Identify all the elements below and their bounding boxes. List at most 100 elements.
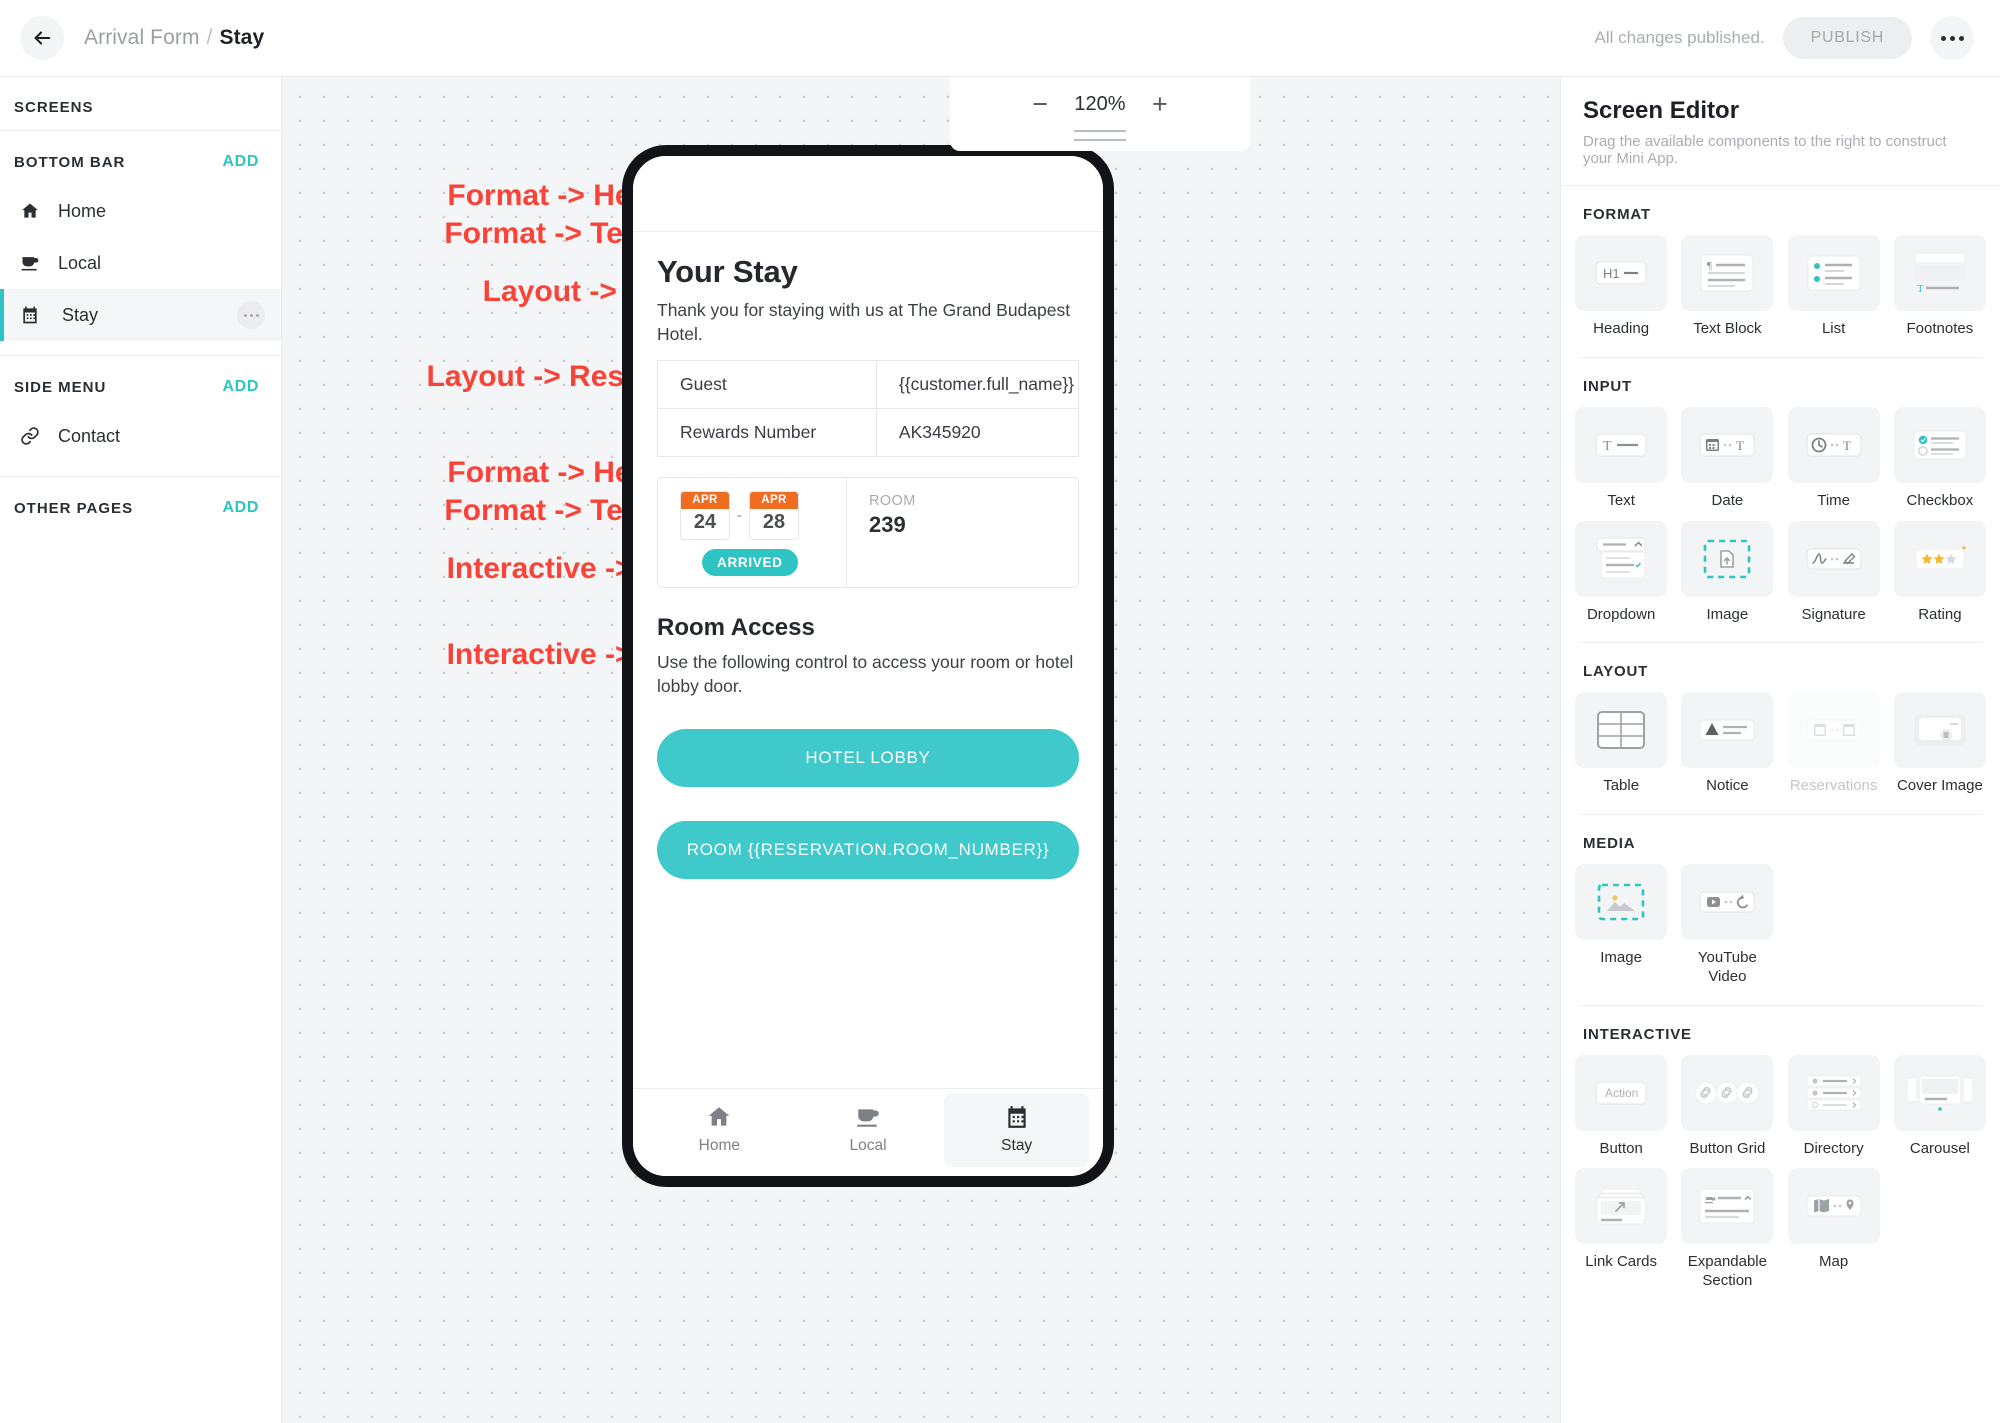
svg-text:T: T xyxy=(1843,438,1851,453)
group-title: SIDE MENU xyxy=(14,378,107,396)
table-cell-key: Guest xyxy=(657,360,877,410)
preview-intro-text[interactable]: Thank you for staying with us at The Gra… xyxy=(657,299,1079,346)
preview-table[interactable]: Guest {{customer.full_name}} Rewards Num… xyxy=(657,360,1080,458)
component-text-block[interactable]: ¶ Text Block xyxy=(1681,235,1774,339)
component-time[interactable]: T Time xyxy=(1787,406,1880,511)
component-checkbox[interactable]: Checkbox xyxy=(1893,406,1986,511)
check-in-calendar-chip: APR 24 xyxy=(680,491,730,541)
zoom-out-button[interactable]: − xyxy=(1032,91,1048,118)
component-signature[interactable]: Signature xyxy=(1787,520,1880,625)
link-icon xyxy=(16,426,44,446)
breadcrumb: Arrival Form / Stay xyxy=(84,26,264,50)
component-table[interactable]: Table xyxy=(1575,692,1668,796)
add-side-menu-screen[interactable]: ADD xyxy=(223,378,259,396)
component-label: Signature xyxy=(1801,605,1866,623)
svg-text:Action: Action xyxy=(1605,1086,1638,1100)
component-library[interactable]: FORMAT H1 Heading ¶ Text Block List T Fo… xyxy=(1561,186,2000,1423)
component-cover-image[interactable]: Cover Image xyxy=(1893,692,1986,796)
svg-text:T: T xyxy=(1736,438,1744,453)
room-access-button[interactable]: ROOM {{RESERVATION.ROOM_NUMBER}} xyxy=(657,820,1079,879)
component-label: Reservations xyxy=(1789,777,1878,795)
component-group-title: LAYOUT xyxy=(1583,663,1649,681)
nav-item-label: Home xyxy=(698,1137,741,1154)
component-reservations: Reservations xyxy=(1787,692,1880,796)
link-cards-icon xyxy=(1575,1168,1668,1245)
home-icon xyxy=(709,1107,730,1126)
calendar-icon xyxy=(16,305,44,325)
component-label: Text xyxy=(1607,491,1635,509)
component-expandable-section[interactable]: Expandable Section xyxy=(1681,1168,1774,1291)
component-heading[interactable]: H1 Heading xyxy=(1575,235,1668,339)
nav-item-stay[interactable]: Stay xyxy=(944,1092,1090,1167)
screens-header: SCREENS xyxy=(0,77,281,130)
svg-text:T: T xyxy=(1917,283,1924,295)
component-group-title: FORMAT xyxy=(1583,206,1651,223)
component-footnotes[interactable]: T Footnotes xyxy=(1893,235,1986,339)
component-grid-input: T Text T Date T Time Checkbox Dropdown I… xyxy=(1575,406,1986,625)
group-title: OTHER PAGES xyxy=(14,499,134,517)
component-grid-layout: Table Notice Reservations Cover Image xyxy=(1575,692,1986,796)
table-cell-value: AK345920 xyxy=(875,408,1080,458)
component-dropdown[interactable]: Dropdown xyxy=(1575,520,1668,625)
group-header-other-pages: OTHER PAGES ADD xyxy=(0,477,281,531)
component-youtube-video[interactable]: YouTube Video xyxy=(1681,864,1774,987)
hotel-lobby-button[interactable]: HOTEL LOBBY xyxy=(657,728,1079,787)
component-media-image[interactable]: Image xyxy=(1575,864,1668,987)
component-carousel[interactable]: Carousel xyxy=(1893,1054,1986,1159)
top-bar-actions: All changes published. PUBLISH xyxy=(1595,16,1974,60)
preview-reservations-card[interactable]: APR 24 - APR 28 ARRIVED ROOM 239 xyxy=(657,477,1079,589)
component-label: Link Cards xyxy=(1585,1253,1657,1271)
text-block-icon: ¶ xyxy=(1681,235,1774,311)
nav-item-local[interactable]: Local xyxy=(796,1093,941,1167)
drag-handle[interactable] xyxy=(1074,139,1126,141)
sidebar-item-label: Stay xyxy=(62,304,99,325)
zoom-in-button[interactable]: + xyxy=(1152,91,1168,118)
component-directory[interactable]: Directory xyxy=(1787,1054,1880,1159)
screen-options-button[interactable] xyxy=(237,301,265,329)
back-button[interactable] xyxy=(20,16,64,60)
drag-handle[interactable] xyxy=(1074,130,1126,132)
bullet-list-icon xyxy=(1787,235,1880,311)
component-link-cards[interactable]: Link Cards xyxy=(1575,1168,1668,1291)
sidebar-item-local[interactable]: Local xyxy=(0,237,281,289)
publish-button[interactable]: PUBLISH xyxy=(1782,17,1912,59)
component-group-title: INTERACTIVE xyxy=(1583,1025,1692,1043)
preview-heading-2[interactable]: Room Access xyxy=(657,614,1079,642)
component-label: List xyxy=(1821,320,1846,337)
design-canvas[interactable]: Format -> Heading 1 Format -> Text Block… xyxy=(282,77,1560,1423)
phone-content[interactable]: Your Stay Thank you for staying with us … xyxy=(633,232,1103,1088)
expandable-section-icon xyxy=(1681,1168,1774,1245)
sidebar-item-contact[interactable]: Contact xyxy=(0,410,281,462)
notice-warning-icon xyxy=(1681,692,1774,769)
component-image-input[interactable]: Image xyxy=(1681,520,1774,625)
zoom-level-value: 120% xyxy=(1074,93,1126,115)
nav-item-home[interactable]: Home xyxy=(647,1093,792,1167)
preview-paragraph[interactable]: Use the following control to access your… xyxy=(657,650,1079,698)
component-label: Text Block xyxy=(1693,320,1762,337)
component-button-grid[interactable]: Button Grid xyxy=(1681,1054,1774,1159)
component-date[interactable]: T Date xyxy=(1681,406,1774,511)
preview-heading-1[interactable]: Your Stay xyxy=(657,254,1079,290)
reservation-dates-section: APR 24 - APR 28 ARRIVED xyxy=(658,478,847,588)
add-bottom-bar-screen[interactable]: ADD xyxy=(223,153,259,171)
add-other-page[interactable]: ADD xyxy=(223,499,259,517)
more-options-button[interactable] xyxy=(1930,16,1974,60)
component-notice[interactable]: Notice xyxy=(1681,692,1774,796)
group-header-side-menu: SIDE MENU ADD xyxy=(0,356,281,410)
reservation-date-range: APR 24 - APR 28 xyxy=(680,491,846,541)
component-rating[interactable]: Rating xyxy=(1893,520,1986,625)
image-upload-icon xyxy=(1575,864,1668,940)
breadcrumb-parent[interactable]: Arrival Form xyxy=(84,26,200,49)
component-label: Cover Image xyxy=(1896,777,1983,795)
panel-header: Screen Editor Drag the available compone… xyxy=(1561,77,2000,186)
sidebar-item-home[interactable]: Home xyxy=(0,185,281,237)
room-label: ROOM xyxy=(869,493,916,510)
sidebar-item-stay[interactable]: Stay xyxy=(0,289,281,341)
youtube-video-icon xyxy=(1681,864,1774,940)
component-map[interactable]: Map xyxy=(1787,1168,1880,1291)
component-button[interactable]: Action Button xyxy=(1575,1054,1668,1159)
cover-image-icon xyxy=(1893,692,1986,769)
component-text[interactable]: T Text xyxy=(1575,406,1668,511)
component-list[interactable]: List xyxy=(1787,235,1880,339)
check-in-month: APR xyxy=(681,492,729,510)
